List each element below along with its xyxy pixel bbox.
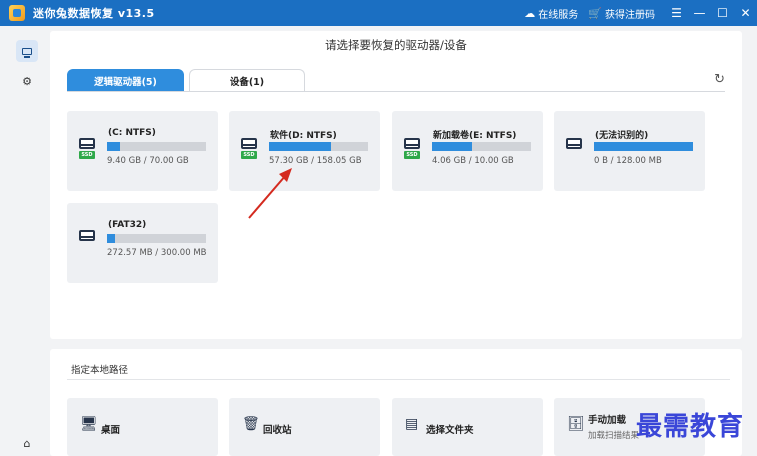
menu-icon[interactable]: ☰ — [665, 6, 688, 20]
left-rail: ⚙ ⌂ — [0, 26, 50, 456]
recycle-bin-icon: 🗑 — [242, 416, 260, 432]
headset-icon: ☁ — [524, 6, 536, 20]
drive-usage-fill — [107, 142, 121, 151]
page-title: 请选择要恢复的驱动器/设备 — [325, 38, 467, 52]
drive-icon — [79, 230, 95, 241]
settings-nav-button[interactable]: ⚙ — [16, 70, 38, 92]
ssd-badge: SSD — [404, 151, 420, 159]
location-label: 选择文件夹 — [426, 425, 474, 436]
app-title: 迷你兔数据恢复 v13.5 — [33, 7, 155, 20]
tab-devices[interactable]: 设备(1) — [189, 69, 305, 92]
home-icon: ⌂ — [23, 436, 31, 450]
location-label: 回收站 — [263, 425, 292, 436]
select-folder-card[interactable]: ▤ 选择文件夹 — [392, 398, 543, 456]
drive-size: 57.30 GB / 158.05 GB — [269, 156, 362, 166]
drive-usage-bar — [107, 234, 206, 243]
drive-card-e[interactable]: SSD 新加载卷(E: NTFS) 4.06 GB / 10.00 GB — [392, 111, 543, 191]
drive-card-c[interactable]: SSD (C: NTFS) 9.40 GB / 70.00 GB — [67, 111, 218, 191]
drive-selection-panel: 请选择要恢复的驱动器/设备 逻辑驱动器(5) 设备(1) ↻ SSD (C: N… — [50, 31, 742, 339]
drive-card-fat32[interactable]: (FAT32) 272.57 MB / 300.00 MB — [67, 203, 218, 283]
ssd-badge: SSD — [241, 151, 257, 159]
tab-logical-drives[interactable]: 逻辑驱动器(5) — [67, 69, 184, 92]
drive-size: 9.40 GB / 70.00 GB — [107, 156, 189, 166]
location-label: 手动加载 — [588, 415, 627, 426]
drive-icon — [79, 138, 95, 149]
maximize-icon[interactable]: ☐ — [711, 6, 734, 20]
close-icon[interactable]: ✕ — [734, 6, 757, 20]
register-link[interactable]: 🛒 获得注册码 — [588, 6, 655, 21]
drive-name: (无法识别的) — [595, 131, 649, 141]
drive-usage-bar — [432, 142, 531, 151]
drive-name: 新加载卷(E: NTFS) — [433, 131, 517, 141]
online-service-link[interactable]: ☁ 在线服务 — [524, 6, 578, 21]
recycle-bin-location-card[interactable]: 🗑 回收站 — [229, 398, 380, 456]
drive-size: 0 B / 128.00 MB — [594, 156, 662, 166]
tab-divider — [67, 91, 725, 92]
folder-icon: ▤ — [405, 416, 419, 432]
drive-recovery-nav-button[interactable] — [16, 40, 38, 62]
drive-usage-bar — [594, 142, 693, 151]
manual-load-icon: 🗄 — [567, 416, 585, 432]
cart-icon: 🛒 — [588, 6, 602, 20]
drive-usage-fill — [107, 234, 115, 243]
drive-name: 软件(D: NTFS) — [270, 131, 337, 141]
drive-size: 4.06 GB / 10.00 GB — [432, 156, 514, 166]
location-sublabel: 加载扫描结果 — [588, 431, 640, 441]
drive-icon — [404, 138, 420, 149]
drive-card-d[interactable]: SSD 软件(D: NTFS) 57.30 GB / 158.05 GB — [229, 111, 380, 191]
drive-name: (C: NTFS) — [108, 128, 156, 138]
drive-name: (FAT32) — [108, 220, 147, 230]
drive-icon — [241, 138, 257, 149]
home-nav-button[interactable]: ⌂ — [16, 432, 38, 454]
ssd-badge: SSD — [79, 151, 95, 159]
drive-usage-bar — [107, 142, 206, 151]
section-divider — [67, 379, 730, 380]
gear-icon: ⚙ — [22, 74, 32, 88]
desktop-location-card[interactable]: 🖥 桌面 — [67, 398, 218, 456]
drive-card-unrecognized[interactable]: (无法识别的) 0 B / 128.00 MB — [554, 111, 705, 191]
location-label: 桌面 — [101, 425, 121, 436]
drive-usage-fill — [594, 142, 693, 151]
title-bar: 迷你兔数据恢复 v13.5 ☁ 在线服务 🛒 获得注册码 ☰ — ☐ ✕ — [0, 0, 757, 26]
drive-usage-fill — [432, 142, 473, 151]
refresh-icon[interactable]: ↻ — [714, 72, 725, 87]
app-logo-icon — [9, 5, 25, 21]
drive-usage-bar — [269, 142, 368, 151]
minimize-icon[interactable]: — — [688, 6, 711, 20]
drive-size: 272.57 MB / 300.00 MB — [107, 248, 207, 258]
register-label: 获得注册码 — [605, 9, 655, 21]
desktop-icon: 🖥 — [80, 416, 98, 432]
watermark: 最需教育 — [636, 412, 745, 442]
drive-icon — [22, 47, 32, 58]
online-service-label: 在线服务 — [538, 9, 579, 21]
section-label: 指定本地路径 — [71, 365, 129, 376]
drive-usage-fill — [269, 142, 332, 151]
drive-icon — [566, 138, 582, 149]
